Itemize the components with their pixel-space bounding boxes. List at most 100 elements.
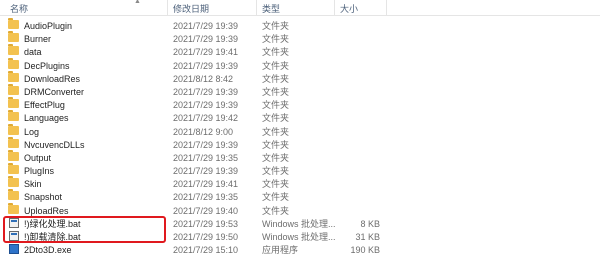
file-type: 文件夹 [262, 126, 290, 137]
folder-icon [8, 189, 19, 201]
folder-icon [8, 136, 19, 148]
column-header-type[interactable]: 类型 [262, 2, 280, 15]
file-type: 文件夹 [262, 139, 290, 150]
file-name: !)卸载清除.bat [24, 232, 81, 242]
file-name: !)绿化处理.bat [24, 218, 81, 229]
file-type: 应用程序 [262, 245, 299, 256]
folder-icon [8, 163, 19, 175]
folder-icon [8, 18, 19, 29]
file-type: 文件夹 [262, 113, 290, 124]
file-row[interactable]: EffectPlug 2021/7/29 19:39 文件夹 [0, 97, 600, 112]
file-size: 190 KB [350, 245, 380, 256]
folder-icon [8, 202, 19, 214]
sort-up-icon: ▲ [134, 0, 141, 5]
file-name: 2Dto3D.exe [24, 245, 72, 256]
exe-file-icon [9, 244, 19, 255]
file-name: DownloadRes [24, 73, 81, 84]
folder-icon [8, 57, 19, 69]
file-row[interactable]: DecPlugins 2021/7/29 19:39 文件夹 [0, 57, 600, 73]
file-row[interactable]: Skin 2021/7/29 19:41 文件夹 [0, 176, 600, 191]
file-row[interactable]: UploadRes 2021/7/29 19:40 文件夹 [0, 202, 600, 218]
file-date: 2021/7/29 15:10 [173, 245, 239, 256]
folder-icon [8, 97, 19, 109]
file-row[interactable]: !)绿化处理.bat 2021/7/29 19:53 Windows 批处理... 8… [0, 217, 600, 231]
file-type: 文件夹 [262, 47, 290, 58]
file-date: 2021/7/29 19:39 [173, 21, 239, 31]
file-type: 文件夹 [262, 21, 290, 31]
file-type: 文件夹 [262, 192, 290, 203]
file-name: Languages [24, 113, 69, 124]
file-date: 2021/7/29 19:35 [173, 192, 239, 203]
file-type: 文件夹 [262, 60, 290, 71]
file-name: Burner [24, 34, 52, 45]
file-size: 31 KB [355, 232, 380, 242]
file-type: 文件夹 [262, 152, 290, 163]
column-header-bar: ▲ 名称 修改日期 类型 大小 [0, 0, 600, 16]
folder-icon [8, 44, 19, 56]
file-name: Log [24, 126, 40, 137]
file-row[interactable]: AudioPlugin 2021/7/29 19:39 文件夹 [0, 18, 600, 33]
column-divider[interactable] [167, 0, 168, 15]
file-name: Output [24, 152, 52, 163]
file-row[interactable]: Snapshot 2021/7/29 19:35 文件夹 [0, 189, 600, 204]
file-row[interactable]: data 2021/7/29 19:41 文件夹 [0, 44, 600, 59]
file-type: 文件夹 [262, 205, 290, 216]
file-date: 2021/7/29 19:39 [173, 34, 239, 45]
folder-icon [8, 110, 19, 122]
file-date: 2021/7/29 19:39 [173, 139, 239, 150]
file-list: AudioPlugin 2021/7/29 19:39 文件夹 Burner 2021/… [0, 18, 600, 257]
file-date: 2021/7/29 19:39 [173, 60, 239, 71]
folder-icon [8, 83, 19, 95]
file-date: 2021/7/29 19:39 [173, 100, 239, 111]
file-row[interactable]: 2Dto3D.exe 2021/7/29 15:10 应用程序 190 KB [0, 244, 600, 257]
column-header-name[interactable]: 名称 [10, 2, 28, 15]
bat-file-icon [9, 231, 19, 241]
file-row[interactable]: Languages 2021/7/29 19:42 文件夹 [0, 110, 600, 125]
file-row[interactable]: PlugIns 2021/7/29 19:39 文件夹 [0, 163, 600, 178]
file-date: 2021/7/29 19:39 [173, 166, 239, 177]
file-date: 2021/7/29 19:41 [173, 47, 239, 58]
column-header-date[interactable]: 修改日期 [173, 2, 209, 15]
file-name: PlugIns [24, 166, 55, 177]
folder-icon [8, 31, 19, 43]
file-row[interactable]: DownloadRes 2021/8/12 8:42 文件夹 [0, 70, 600, 86]
folder-icon [8, 176, 19, 188]
folder-icon [8, 123, 19, 135]
file-name: DecPlugins [24, 60, 70, 71]
file-date: 2021/7/29 19:50 [173, 232, 239, 242]
file-name: AudioPlugin [24, 21, 73, 31]
file-type: 文件夹 [262, 34, 290, 45]
file-size: 8 KB [360, 218, 380, 229]
file-date: 2021/7/29 19:41 [173, 179, 239, 190]
file-name: Skin [24, 179, 42, 190]
file-type: 文件夹 [262, 166, 290, 177]
file-date: 2021/8/12 8:42 [173, 73, 234, 84]
column-divider[interactable] [334, 0, 335, 15]
file-row[interactable]: Burner 2021/7/29 19:39 文件夹 [0, 31, 600, 46]
column-divider[interactable] [386, 0, 387, 15]
file-name: data [24, 47, 42, 58]
file-name: EffectPlug [24, 100, 65, 111]
column-header-size[interactable]: 大小 [340, 2, 358, 15]
file-date: 2021/7/29 19:39 [173, 86, 239, 97]
file-row[interactable]: !)卸载清除.bat 2021/7/29 19:50 Windows 批处理... 3… [0, 231, 600, 244]
file-name: UploadRes [24, 205, 69, 216]
file-date: 2021/8/12 9:00 [173, 126, 234, 137]
file-date: 2021/7/29 19:53 [173, 218, 239, 229]
file-date: 2021/7/29 19:40 [173, 205, 239, 216]
folder-icon [8, 70, 19, 82]
file-date: 2021/7/29 19:42 [173, 113, 239, 124]
file-row[interactable]: Log 2021/8/12 9:00 文件夹 [0, 123, 600, 139]
file-type: 文件夹 [262, 179, 290, 190]
file-row[interactable]: Output 2021/7/29 19:35 文件夹 [0, 149, 600, 165]
file-row[interactable]: DRMConverter 2021/7/29 19:39 文件夹 [0, 83, 600, 99]
column-divider[interactable] [256, 0, 257, 15]
file-name: NvcuvencDLLs [24, 139, 85, 150]
file-date: 2021/7/29 19:35 [173, 152, 239, 163]
file-type: 文件夹 [262, 73, 290, 84]
file-name: DRMConverter [24, 86, 85, 97]
file-row[interactable]: NvcuvencDLLs 2021/7/29 19:39 文件夹 [0, 136, 600, 152]
folder-icon [8, 149, 19, 161]
file-type: 文件夹 [262, 100, 290, 111]
bat-file-icon [9, 217, 19, 228]
